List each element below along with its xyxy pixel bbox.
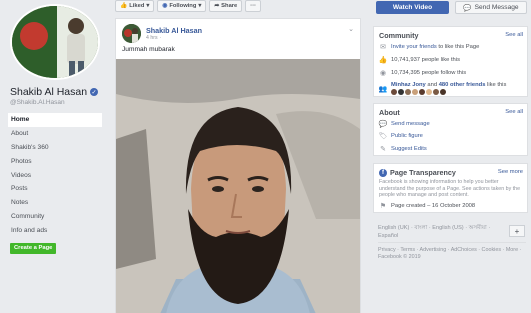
invite-friends-link[interactable]: Invite your friends <box>391 44 437 50</box>
verified-badge-icon: ✓ <box>90 88 99 96</box>
about-card: About See all 💬 Send message 🏷 Public fi… <box>373 103 528 156</box>
messenger-icon: 💬 <box>463 4 472 12</box>
nav-item-notes[interactable]: Notes <box>8 196 102 210</box>
left-column: Shakib Al Hasan ✓ @Shakib.Al.Hasan Home … <box>0 0 108 313</box>
nav-item-info-and-ads[interactable]: Info and ads <box>8 224 102 238</box>
post-card: Shakib Al Hasan 4 hrs · ⌄ Jummah mubarak <box>115 18 361 313</box>
friend-avatar[interactable] <box>405 89 411 95</box>
nav-item-posts[interactable]: Posts <box>8 182 102 196</box>
page-nav: Home About Shakib's 360 Photos Videos Po… <box>8 113 102 238</box>
create-page-button[interactable]: Create a Page <box>10 243 57 254</box>
friend-avatars <box>391 89 506 95</box>
page-created-text: Page created – 16 October 2008 <box>391 203 476 209</box>
invite-friends-row: ✉ Invite your friends to like this Page <box>379 43 479 51</box>
post-time-text: 4 hrs <box>146 35 158 41</box>
add-language-button[interactable]: + <box>509 225 525 237</box>
friends-like-row: 👥 Minhaz Jony and 480 other friends like… <box>379 82 506 95</box>
send-message-button[interactable]: 💬 Send Message <box>455 1 527 14</box>
suggest-edits-link[interactable]: Suggest Edits <box>391 146 427 152</box>
friend-avatar[interactable] <box>398 89 404 95</box>
rss-icon: ◉ <box>162 3 168 9</box>
globe-icon: · <box>159 35 162 41</box>
friend-avatar[interactable] <box>426 89 432 95</box>
follow-icon: ◉ <box>379 70 387 77</box>
friends-and-text: and <box>425 82 439 88</box>
nav-item-videos[interactable]: Videos <box>8 169 102 183</box>
public-figure-link[interactable]: Public figure <box>391 133 423 139</box>
suggest-edits-row: ✎ Suggest Edits <box>379 145 427 153</box>
invite-friends-icon: ✉ <box>380 44 386 51</box>
page-created-row: ⚑ Page created – 16 October 2008 <box>379 202 475 210</box>
page-title[interactable]: Shakib Al Hasan ✓ <box>10 86 99 98</box>
following-button[interactable]: ◉ Following ▾ <box>157 0 207 12</box>
watch-video-button[interactable]: Watch Video <box>376 1 449 14</box>
likes-count-text: 10,741,937 people like this <box>391 57 460 63</box>
post-author-name[interactable]: Shakib Al Hasan <box>146 26 202 35</box>
language-links[interactable]: English (UK) · বাংলা · English (US) · অস… <box>378 225 498 240</box>
page-name-text[interactable]: Shakib Al Hasan <box>10 86 87 98</box>
tag-icon: 🏷 <box>378 133 388 140</box>
nav-item-360[interactable]: Shakib's 360 <box>8 141 102 155</box>
post-photo[interactable] <box>116 59 360 313</box>
friend-name-link[interactable]: Minhaz Jony <box>391 82 426 88</box>
footer: Privacy · Terms · Advertising · AdChoice… <box>378 247 524 261</box>
pencil-icon: ✎ <box>380 146 386 153</box>
page-handle[interactable]: @Shakib.Al.Hasan <box>10 99 65 106</box>
nav-item-photos[interactable]: Photos <box>8 155 102 169</box>
post-text: Jummah mubarak <box>122 46 175 53</box>
post-timestamp[interactable]: 4 hrs · <box>146 35 161 41</box>
post-author-avatar[interactable] <box>122 24 141 43</box>
caret-down-icon: ▾ <box>146 3 150 9</box>
friend-avatar[interactable] <box>433 89 439 95</box>
invite-rest-text: to like this Page <box>436 44 480 50</box>
post-options-chevron-icon[interactable]: ⌄ <box>348 25 354 33</box>
share-label: Share <box>221 3 238 9</box>
transparency-see-more-link[interactable]: See more <box>498 169 523 175</box>
about-send-message-link[interactable]: Send message <box>391 121 430 127</box>
nav-item-about[interactable]: About <box>8 127 102 141</box>
share-icon: ➦ <box>214 3 220 9</box>
friend-avatar[interactable] <box>440 89 446 95</box>
transparency-title: f Page Transparency <box>379 168 456 177</box>
send-message-row: 💬 Send message <box>379 120 430 128</box>
community-title: Community <box>379 31 419 40</box>
transparency-description: Facebook is showing information to help … <box>379 179 521 198</box>
about-see-all-link[interactable]: See all <box>505 109 523 115</box>
transparency-title-text: Page Transparency <box>390 168 456 177</box>
liked-label: Liked <box>129 3 145 9</box>
send-message-label: Send Message <box>474 4 519 11</box>
caret-down-icon: ▾ <box>198 3 202 9</box>
page-action-bar: 👍 Liked ▾ ◉ Following ▾ ➦ Share ··· <box>115 0 262 14</box>
flag-icon: ⚑ <box>379 203 387 210</box>
footer-copyright: Facebook © 2019 <box>378 254 421 260</box>
more-options-button[interactable]: ··· <box>245 0 262 12</box>
community-see-all-link[interactable]: See all <box>505 32 523 38</box>
friends-icon: 👥 <box>378 85 388 93</box>
friends-suffix-text: like this <box>485 82 507 88</box>
thumbs-up-icon: 👍 <box>120 3 128 9</box>
friend-avatar[interactable] <box>419 89 425 95</box>
nav-item-home[interactable]: Home <box>8 113 102 127</box>
share-button[interactable]: ➦ Share <box>209 0 243 12</box>
profile-picture[interactable] <box>10 4 100 80</box>
friend-avatar[interactable] <box>412 89 418 95</box>
community-card: Community See all ✉ Invite your friends … <box>373 26 528 97</box>
footer-links[interactable]: Privacy · Terms · Advertising · AdChoice… <box>378 247 524 254</box>
thumbs-up-icon: 👍 <box>378 57 388 64</box>
following-label: Following <box>169 3 197 9</box>
other-friends-link[interactable]: 480 other friends <box>439 82 486 88</box>
follows-row: ◉ 10,734,395 people follow this <box>379 69 466 77</box>
facebook-logo-icon: f <box>379 168 387 177</box>
nav-item-community[interactable]: Community <box>8 210 102 224</box>
liked-button[interactable]: 👍 Liked ▾ <box>115 0 155 12</box>
friend-avatar[interactable] <box>391 89 397 95</box>
follows-count-text: 10,734,395 people follow this <box>391 70 467 76</box>
likes-row: 👍 10,741,937 people like this <box>379 56 460 64</box>
divider <box>378 242 526 243</box>
category-row: 🏷 Public figure <box>379 132 423 140</box>
page-transparency-card: f Page Transparency See more Facebook is… <box>373 163 528 213</box>
about-title: About <box>379 108 400 117</box>
messenger-icon: 💬 <box>378 121 388 128</box>
